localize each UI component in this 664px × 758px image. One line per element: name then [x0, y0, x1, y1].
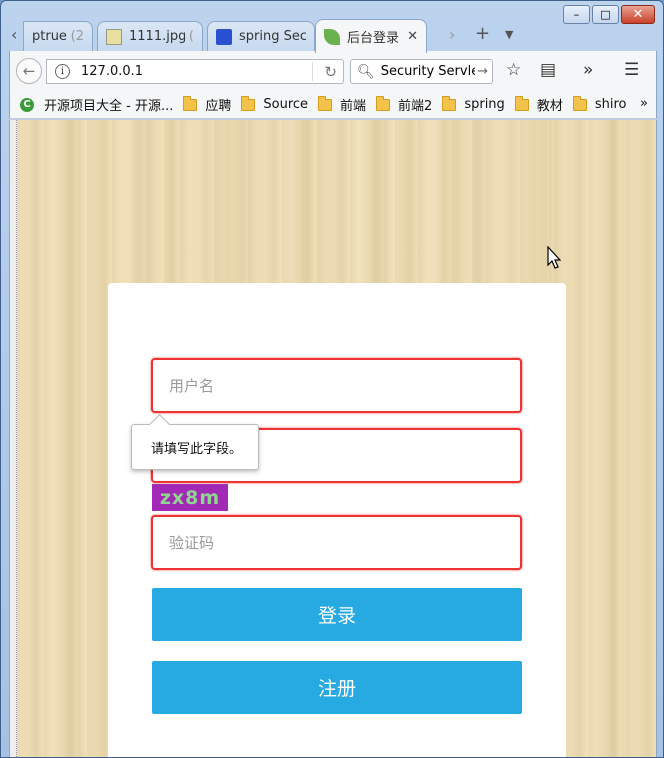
overflow-chevron-icon[interactable]: »	[583, 60, 593, 80]
login-button[interactable]: 登录	[152, 588, 522, 641]
arrow-left-icon: ←	[22, 62, 36, 80]
register-button-label: 注册	[317, 678, 356, 700]
close-window-button[interactable]: ✕	[621, 5, 655, 24]
back-button[interactable]: ←	[16, 58, 42, 84]
tab-label: 后台登录	[347, 31, 400, 46]
bookmarks-toolbar: C 开源项目大全 - 开源... 应聘 Source 前端 前端2 spring…	[9, 91, 657, 119]
folder-icon	[442, 95, 457, 111]
folder-icon	[183, 95, 198, 111]
tab-label-suffix: (2	[70, 29, 84, 44]
sidebar-splitter[interactable]	[10, 120, 17, 757]
folder-icon	[241, 95, 256, 111]
reading-list-icon[interactable]: ▤	[540, 60, 556, 80]
leaf-icon	[324, 28, 340, 45]
tab-ptrue[interactable]: ptrue (2	[23, 21, 93, 51]
tab-image[interactable]: 1111.jpg (	[97, 21, 203, 51]
bookmark-label: 开源项目大全 - 开源...	[44, 99, 174, 114]
close-icon: ✕	[632, 7, 644, 22]
bookmark-folder-textbooks[interactable]: 教材	[514, 95, 563, 114]
menu-icon[interactable]: ☰	[624, 60, 639, 80]
folder-icon	[514, 95, 529, 111]
minimize-icon: –	[573, 8, 580, 21]
search-go-icon[interactable]: →	[475, 64, 488, 79]
folder-icon	[572, 95, 587, 111]
maximize-icon: □	[600, 8, 611, 21]
address-bar[interactable]: i 127.0.0.1 ↻	[46, 59, 344, 84]
bookmark-label: 应聘	[205, 99, 232, 114]
bookmark-label: 前端	[340, 99, 367, 114]
tab-label: 1111.jpg	[129, 29, 185, 44]
folder-icon	[376, 95, 391, 111]
browser-window: ‹ ptrue (2 1111.jpg ( spring Sec 后台登录 ✕ …	[0, 0, 664, 758]
tab-spring-security[interactable]: spring Sec	[207, 21, 315, 51]
captcha-field[interactable]: 验证码	[151, 515, 522, 570]
tab-admin-login[interactable]: 后台登录 ✕	[315, 19, 427, 53]
captcha-text: zx8m	[159, 486, 221, 509]
tab-label: spring Sec	[239, 29, 306, 44]
maximize-button[interactable]: □	[592, 5, 619, 24]
bookmark-label: 教材	[536, 99, 563, 114]
captcha-image[interactable]: zx8m	[152, 484, 228, 511]
bookmark-folder-frontend[interactable]: 前端	[318, 95, 366, 114]
tab-label-suffix: (	[188, 29, 194, 44]
page-content: 用户名 zx8m 验证码 登录 注册	[9, 120, 657, 757]
bookmark-label: 前端2	[398, 99, 433, 114]
bookmark-folder-frontend2[interactable]: 前端2	[376, 95, 432, 114]
list-tabs-icon[interactable]: ▼	[505, 28, 513, 41]
register-button[interactable]: 注册	[152, 661, 522, 714]
bookmark-folder-shiro[interactable]: shiro	[572, 95, 627, 112]
minimize-button[interactable]: –	[563, 5, 590, 24]
reload-icon[interactable]: ↻	[324, 63, 337, 81]
username-placeholder: 用户名	[169, 377, 215, 395]
bookmark-star-icon[interactable]: ☆	[506, 60, 521, 80]
captcha-placeholder: 验证码	[169, 534, 215, 552]
bookmark-label: Source	[263, 97, 309, 112]
search-text: Security Servlet	[380, 64, 485, 79]
bookmark-folder-jobs[interactable]: 应聘	[183, 95, 231, 114]
navigation-toolbar: ← i 127.0.0.1 ↻ 🔍︎ Security Servlet → ☆ …	[9, 51, 657, 91]
info-icon[interactable]: i	[55, 64, 70, 79]
bookmark-label: spring	[464, 97, 505, 112]
bookmark-folder-spring[interactable]: spring	[442, 95, 505, 112]
scroll-tabs-right-icon[interactable]: ›	[449, 25, 455, 44]
divider	[312, 62, 313, 81]
search-bar[interactable]: 🔍︎ Security Servlet →	[350, 59, 493, 84]
username-field[interactable]: 用户名	[151, 358, 522, 413]
bookmark-open-source[interactable]: 开源项目大全 - 开源...	[44, 95, 173, 114]
search-icon: 🔍︎	[357, 63, 375, 80]
url-text: 127.0.0.1	[81, 64, 144, 79]
login-card: 用户名 zx8m 验证码 登录 注册	[108, 283, 566, 757]
validation-tooltip: 请填写此字段。	[131, 424, 259, 470]
validation-message: 请填写此字段。	[151, 441, 243, 457]
window-controls: – □ ✕	[563, 5, 655, 24]
bookmark-label: shiro	[594, 97, 627, 112]
tab-label: ptrue	[32, 29, 67, 44]
new-tab-icon[interactable]: +	[475, 23, 490, 44]
close-tab-icon[interactable]: ✕	[401, 29, 418, 44]
paw-icon	[216, 28, 232, 45]
login-button-label: 登录	[317, 605, 356, 627]
tab-strip: ‹ ptrue (2 1111.jpg ( spring Sec 后台登录 ✕ …	[9, 15, 649, 53]
image-file-icon	[106, 28, 122, 45]
site-c-icon: C	[20, 97, 34, 112]
mouse-cursor-icon	[547, 246, 561, 269]
bookmarks-overflow-icon[interactable]: »	[640, 96, 648, 111]
bookmark-folder-source[interactable]: Source	[241, 95, 309, 112]
scroll-tabs-left-icon[interactable]: ‹	[11, 25, 17, 44]
folder-icon	[318, 95, 333, 111]
